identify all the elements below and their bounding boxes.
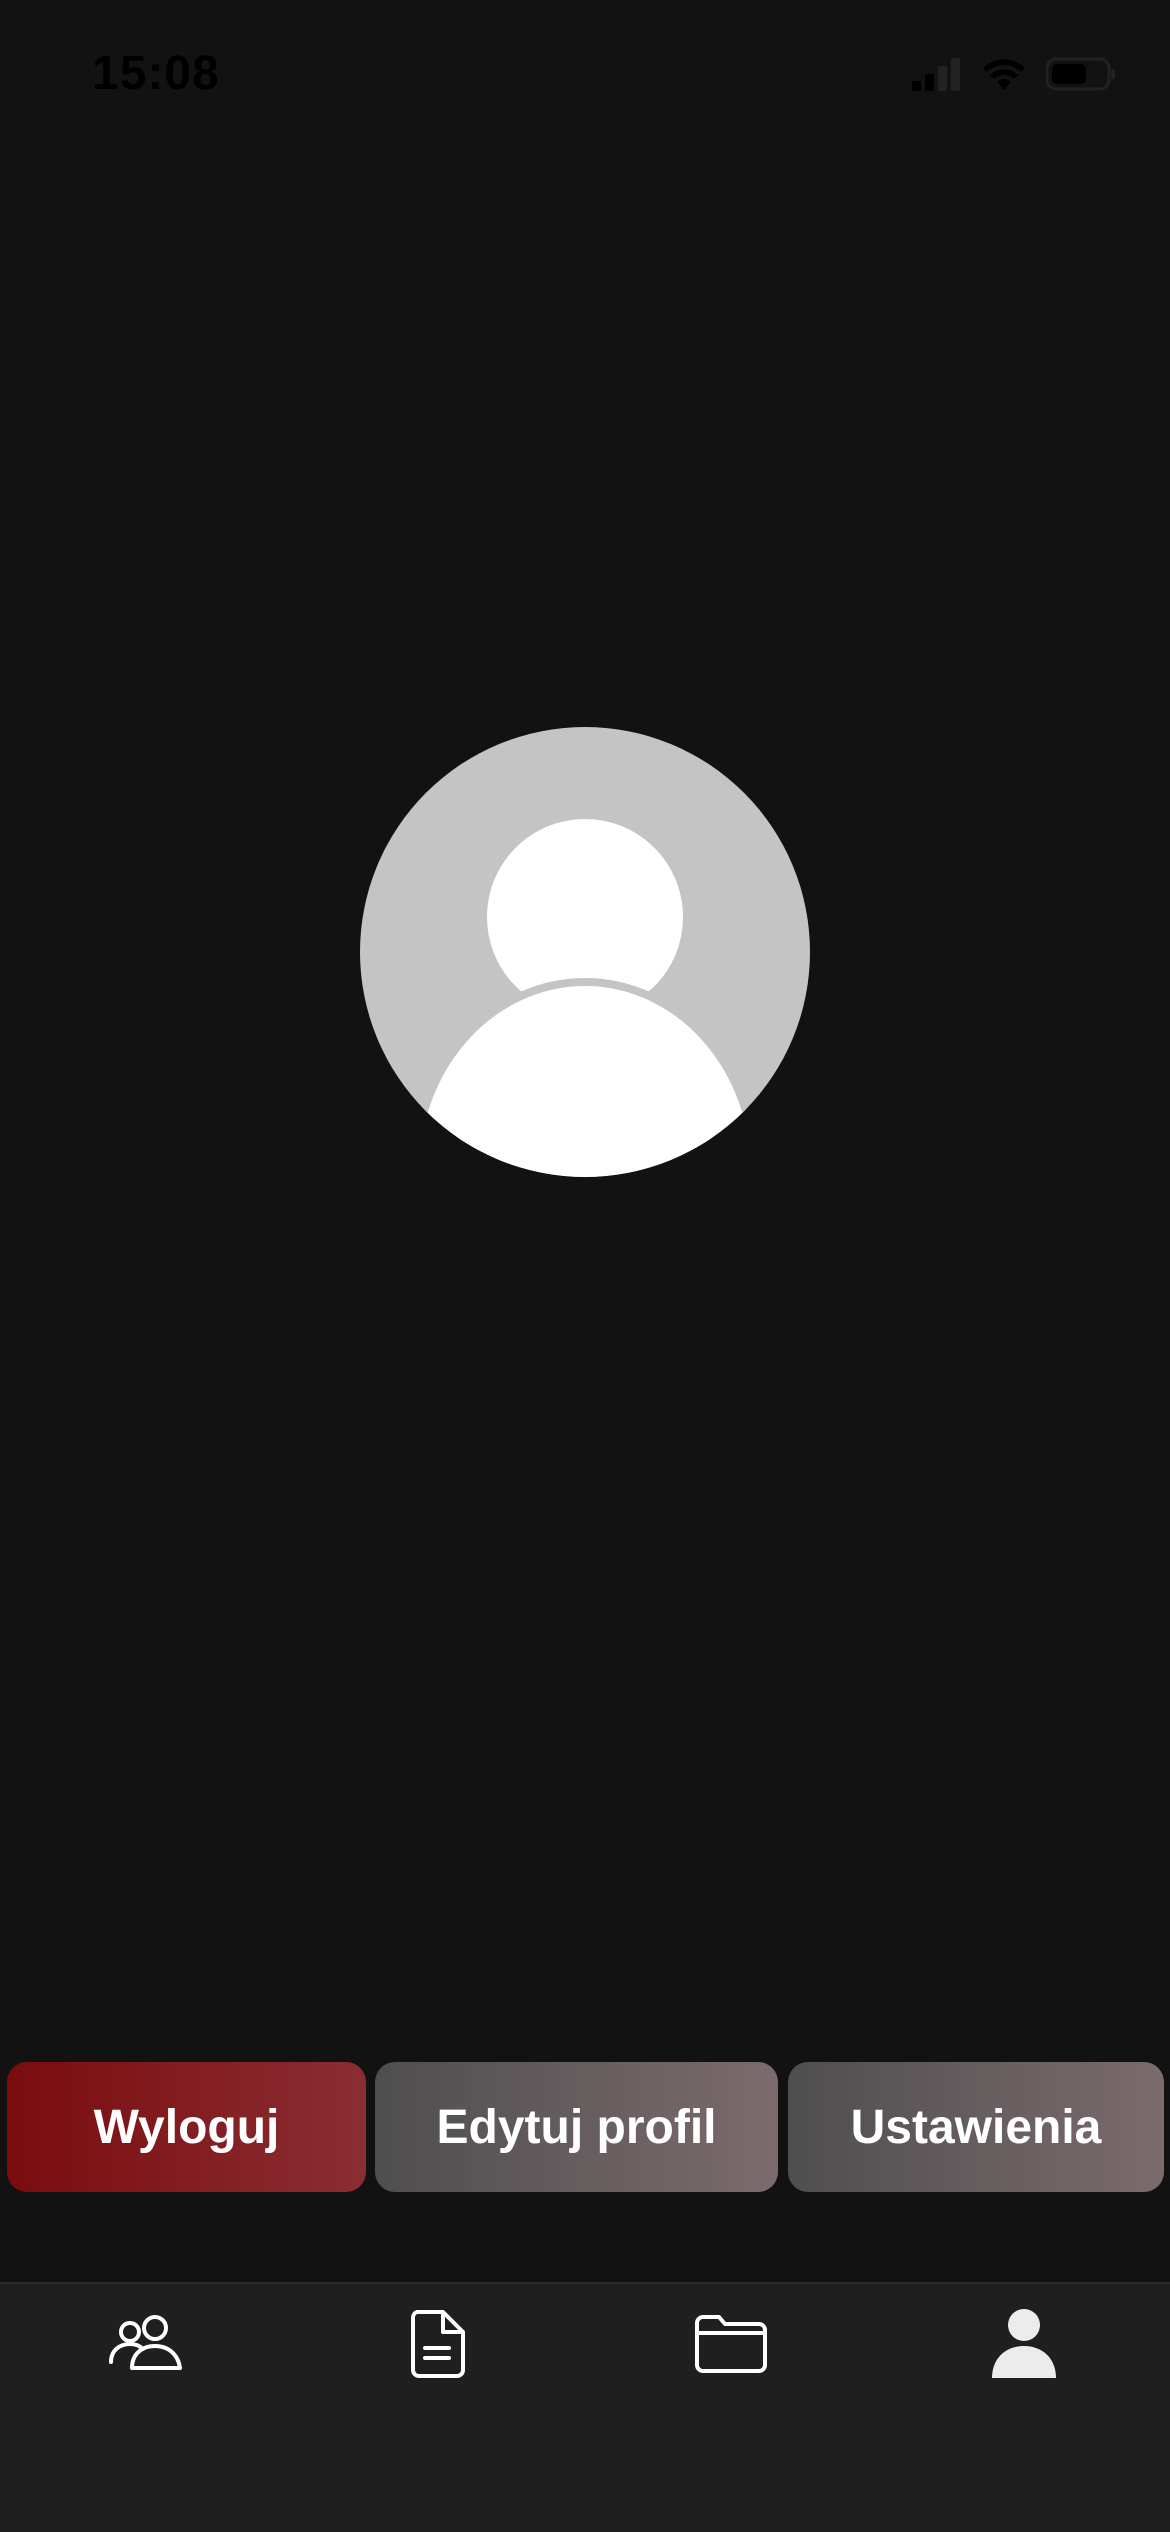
status-icons [912,52,1116,96]
battery-icon [1046,57,1116,91]
status-bar: 15:08 [0,0,1170,150]
tab-bar [0,2282,1170,2532]
edit-profile-button[interactable]: Edytuj profil [375,2062,778,2192]
person-icon [992,2309,1056,2378]
profile-avatar[interactable] [360,727,810,1177]
cellular-signal-icon [912,57,962,91]
tab-profile[interactable] [878,2284,1170,2404]
people-icon [109,2315,182,2370]
folder-icon [695,2315,767,2373]
status-time: 15:08 [92,47,220,100]
logout-button[interactable]: Wyloguj [7,2062,366,2192]
settings-button[interactable]: Ustawienia [788,2062,1164,2192]
document-icon [411,2310,465,2378]
tab-documents[interactable] [292,2284,584,2404]
wifi-icon [980,56,1028,92]
person-placeholder-icon [411,811,759,1177]
tab-folders[interactable] [585,2284,877,2404]
profile-screen: 15:08 Wyloguj Edytuj profil Ustawienia [0,0,1170,2532]
tab-people[interactable] [0,2284,292,2404]
profile-actions: Wyloguj Edytuj profil Ustawienia [0,2062,1170,2192]
